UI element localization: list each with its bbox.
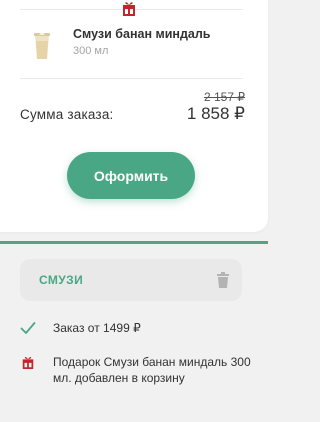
divider	[20, 78, 243, 79]
promo-code-chip: СМУЗИ	[20, 259, 242, 301]
old-price: 2 157 ₽	[204, 90, 245, 104]
condition-text: Подарок Смузи банан миндаль 300 мл. доба…	[53, 355, 251, 385]
check-icon	[20, 322, 36, 334]
page: Смузи банан миндаль 300 мл Сумма заказа:…	[0, 0, 285, 422]
cart-item: Смузи банан миндаль 300 мл	[20, 22, 260, 70]
condition-text: Заказ от 1499 ₽	[53, 321, 141, 335]
gift-icon	[123, 2, 135, 16]
promo-code-label: СМУЗИ	[39, 273, 84, 287]
new-price: 1 858 ₽	[186, 104, 245, 123]
gift-icon	[22, 356, 34, 369]
section-divider	[0, 241, 268, 244]
item-volume: 300 мл	[73, 45, 109, 57]
item-name: Смузи банан миндаль	[73, 27, 211, 41]
checkout-button[interactable]: Оформить	[67, 152, 195, 199]
smoothie-cup-image	[34, 32, 50, 59]
order-total-label: Сумма заказа:	[20, 107, 114, 122]
cart-summary-card: Смузи банан миндаль 300 мл Сумма заказа:…	[0, 0, 268, 232]
trash-icon[interactable]	[216, 272, 230, 288]
